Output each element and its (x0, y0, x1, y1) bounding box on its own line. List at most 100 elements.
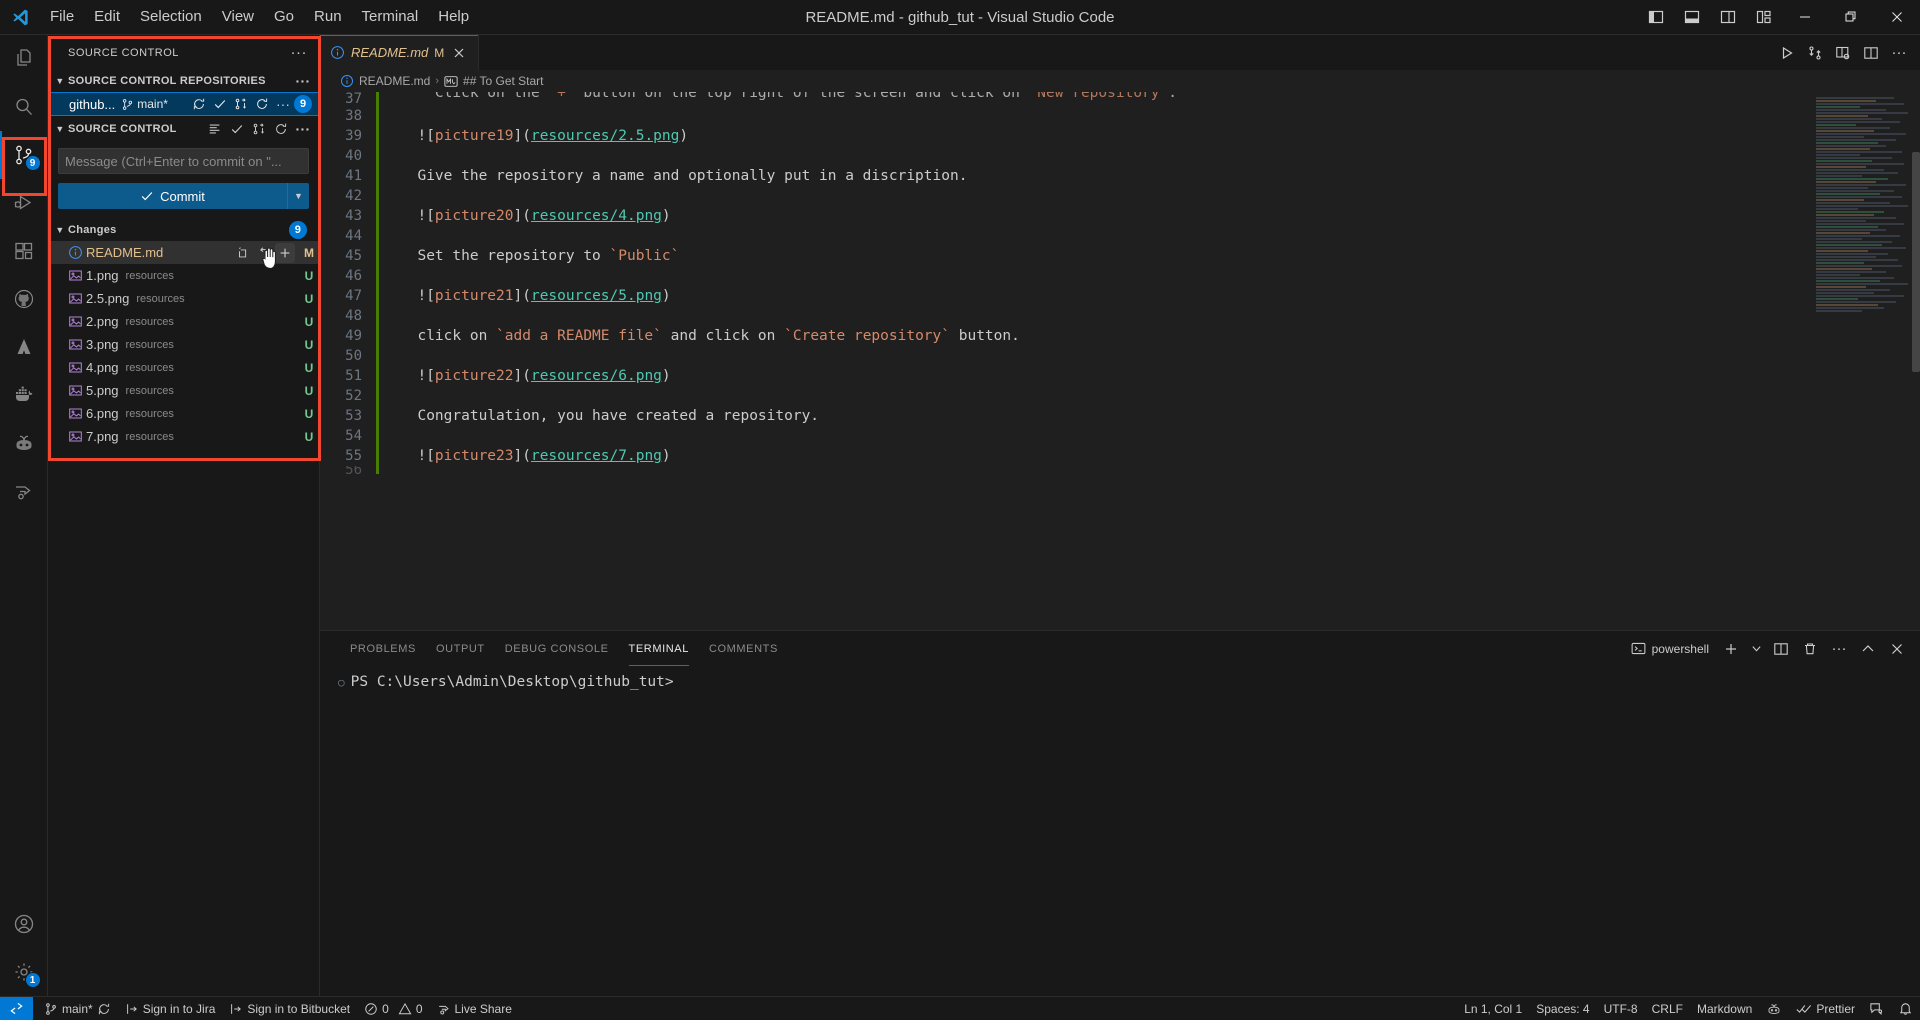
accounts-button[interactable] (0, 900, 48, 948)
terminal-shell-selector[interactable]: powershell (1625, 641, 1715, 656)
minimap[interactable] (1812, 92, 1920, 630)
status-indentation[interactable]: Spaces: 4 (1529, 997, 1596, 1020)
close-panel-icon[interactable] (1884, 636, 1910, 662)
sidebar-item-run-debug[interactable] (0, 179, 48, 227)
status-problems[interactable]: 0 0 (357, 997, 429, 1020)
sidebar-item-source-control[interactable]: 9 (0, 131, 48, 179)
terminal-body[interactable]: ○ PS C:\Users\Admin\Desktop\github_tut> (320, 666, 1920, 996)
table-row[interactable]: README.md M (48, 241, 319, 269)
menu-edit[interactable]: Edit (85, 4, 129, 30)
tab-terminal[interactable]: TERMINAL (619, 631, 699, 666)
more-actions-icon[interactable]: ··· (1826, 636, 1852, 662)
table-row[interactable]: 3.png resources U (48, 333, 319, 356)
minimap-slider[interactable] (1912, 152, 1920, 372)
close-icon[interactable] (450, 44, 468, 62)
menu-help[interactable]: Help (429, 4, 478, 30)
status-feedback[interactable] (1862, 997, 1891, 1020)
table-row[interactable]: 2.5.png resources U (48, 287, 319, 310)
tab-debug-console[interactable]: DEBUG CONSOLE (495, 631, 619, 666)
stage-all-changes-icon[interactable] (249, 119, 269, 139)
open-file-icon[interactable] (233, 243, 253, 263)
menu-terminal[interactable]: Terminal (353, 4, 428, 30)
open-preview-side-icon[interactable] (1830, 40, 1856, 66)
source-control-section-header[interactable]: ▼ SOURCE CONTROL ··· (48, 118, 319, 140)
table-row[interactable]: 1.png resources U (48, 264, 319, 287)
commit-check-icon[interactable] (210, 94, 230, 114)
sync-changes-icon[interactable] (189, 94, 209, 114)
menu-file[interactable]: File (41, 4, 83, 30)
status-cursor-position[interactable]: Ln 1, Col 1 (1457, 997, 1529, 1020)
status-live-share[interactable]: Live Share (430, 997, 519, 1020)
commit-dropdown-button[interactable]: ▼ (287, 183, 309, 209)
sidebar-item-atlassian[interactable] (0, 323, 48, 371)
terminal-output[interactable]: ○ PS C:\Users\Admin\Desktop\github_tut> (320, 666, 1920, 996)
menu-go[interactable]: Go (265, 4, 303, 30)
customize-layout-icon[interactable] (1746, 0, 1782, 35)
stage-all-changes-icon[interactable] (231, 94, 251, 114)
table-row[interactable]: 2.png resources U (48, 310, 319, 333)
status-branch[interactable]: main* (37, 997, 118, 1020)
menu-run[interactable]: Run (305, 4, 351, 30)
status-prettier[interactable]: Prettier (1789, 997, 1862, 1020)
commit-message-input[interactable]: Message (Ctrl+Enter to commit on "... (58, 148, 309, 174)
status-encoding[interactable]: UTF-8 (1597, 997, 1645, 1020)
status-language-mode[interactable]: Markdown (1690, 997, 1759, 1020)
table-row[interactable]: 7.png resources U (48, 425, 319, 448)
commit-check-icon[interactable] (227, 119, 247, 139)
code-editor[interactable]: 37 Click on the `+` button on the top ri… (320, 92, 1920, 630)
status-notifications[interactable] (1891, 997, 1920, 1020)
split-terminal-icon[interactable] (1768, 636, 1794, 662)
editor-line: 44 (320, 226, 1812, 246)
table-row[interactable]: 5.png resources U (48, 379, 319, 402)
table-row[interactable]: 6.png resources U (48, 402, 319, 425)
status-eol[interactable]: CRLF (1645, 997, 1690, 1020)
sidebar-item-extensions[interactable] (0, 227, 48, 275)
view-as-tree-icon[interactable] (205, 119, 225, 139)
status-jira[interactable]: Sign in to Jira (118, 997, 223, 1020)
run-file-icon[interactable] (1774, 40, 1800, 66)
menu-view[interactable]: View (213, 4, 263, 30)
new-terminal-icon[interactable] (1718, 636, 1744, 662)
tab-problems[interactable]: PROBLEMS (340, 631, 426, 666)
sidebar-item-github[interactable] (0, 275, 48, 323)
minimize-icon[interactable] (1782, 0, 1828, 35)
settings-button[interactable]: 1 (0, 948, 48, 996)
commit-button[interactable]: Commit (58, 183, 287, 209)
sidebar-item-search[interactable] (0, 83, 48, 131)
more-actions-icon[interactable]: ··· (293, 71, 313, 91)
more-actions-icon[interactable]: ··· (287, 45, 312, 60)
remote-window-button[interactable] (0, 996, 33, 1020)
menu-selection[interactable]: Selection (131, 4, 211, 30)
jira-signin-icon (125, 1002, 139, 1016)
tab-readme-md[interactable]: README.md M (320, 35, 480, 70)
source-control-graph-icon[interactable] (1802, 40, 1828, 66)
split-editor-icon[interactable] (1858, 40, 1884, 66)
sidebar-item-docker[interactable] (0, 371, 48, 419)
status-bitbucket[interactable]: Sign in to Bitbucket (222, 997, 357, 1020)
sidebar-item-copilot[interactable] (0, 419, 48, 467)
more-actions-icon[interactable]: ··· (1886, 40, 1912, 66)
tab-comments[interactable]: COMMENTS (699, 631, 788, 666)
toggle-secondary-sidebar-icon[interactable] (1710, 0, 1746, 35)
toggle-primary-sidebar-icon[interactable] (1638, 0, 1674, 35)
more-actions-icon[interactable]: ··· (293, 119, 313, 139)
status-copilot[interactable] (1759, 997, 1789, 1020)
chevron-down-icon[interactable] (1747, 636, 1765, 662)
toggle-panel-icon[interactable] (1674, 0, 1710, 35)
refresh-icon[interactable] (252, 94, 272, 114)
restore-icon[interactable] (1828, 0, 1874, 35)
changes-group-header[interactable]: ▼ Changes 9 (48, 219, 319, 241)
sidebar-item-live-share[interactable] (0, 467, 48, 515)
more-actions-icon[interactable]: ··· (273, 94, 293, 114)
table-row[interactable]: 4.png resources U (48, 356, 319, 379)
tab-output[interactable]: OUTPUT (426, 631, 495, 666)
breadcrumb-file[interactable]: README.md (359, 74, 430, 88)
sidebar-item-explorer[interactable] (0, 35, 48, 83)
kill-terminal-icon[interactable] (1797, 636, 1823, 662)
maximize-panel-icon[interactable] (1855, 636, 1881, 662)
close-icon[interactable] (1874, 0, 1920, 35)
breadcrumb-symbol[interactable]: ## To Get Start (463, 74, 544, 88)
repository-row-github-tut[interactable]: github... main* ··· 9 (48, 92, 319, 116)
refresh-icon[interactable] (271, 119, 291, 139)
source-control-repositories-header[interactable]: ▼ SOURCE CONTROL REPOSITORIES ··· (48, 70, 319, 92)
